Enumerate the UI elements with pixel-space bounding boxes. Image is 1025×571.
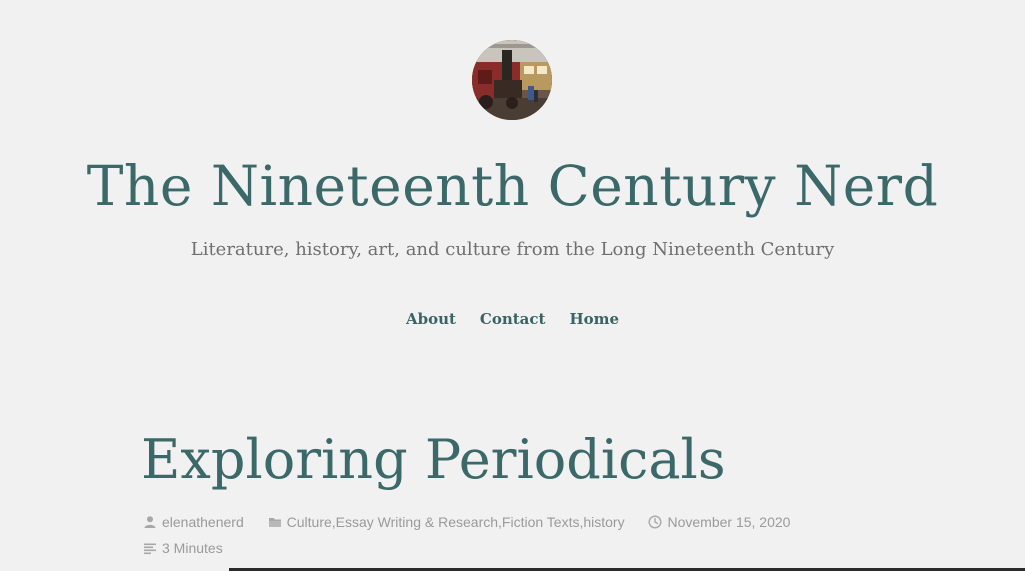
reading-time: 3 Minutes (143, 538, 223, 558)
avatar-image (472, 40, 552, 120)
post-title[interactable]: Exploring Periodicals (141, 420, 726, 500)
folder-icon (268, 515, 282, 529)
site-title[interactable]: The Nineteenth Century Nerd (0, 146, 1025, 226)
post-meta: elenathenerd Culture, Essay Writing & Re… (143, 512, 810, 534)
category-link[interactable]: history (583, 512, 624, 532)
reading-time-label: 3 Minutes (162, 540, 223, 556)
author-link[interactable]: elenathenerd (162, 512, 244, 532)
post-meta-secondary: 3 Minutes (143, 538, 243, 560)
clock-icon (648, 515, 662, 529)
site-logo-avatar[interactable] (472, 40, 552, 120)
post-categories: Culture, Essay Writing & Research, Ficti… (268, 512, 625, 532)
date-link[interactable]: November 15, 2020 (667, 512, 790, 532)
post-author: elenathenerd (143, 512, 244, 532)
category-link[interactable]: Essay Writing & Research (336, 512, 498, 532)
category-link[interactable]: Culture (287, 512, 332, 532)
nav-item-home[interactable]: Home (569, 306, 619, 332)
person-icon (143, 515, 157, 529)
nav-item-about[interactable]: About (406, 306, 456, 332)
main-navigation: About Contact Home (0, 306, 1025, 332)
text-lines-icon (143, 541, 157, 555)
nav-item-contact[interactable]: Contact (480, 306, 546, 332)
category-link[interactable]: Fiction Texts (502, 512, 580, 532)
post-date: November 15, 2020 (648, 512, 790, 532)
site-tagline: Literature, history, art, and culture fr… (190, 239, 835, 260)
